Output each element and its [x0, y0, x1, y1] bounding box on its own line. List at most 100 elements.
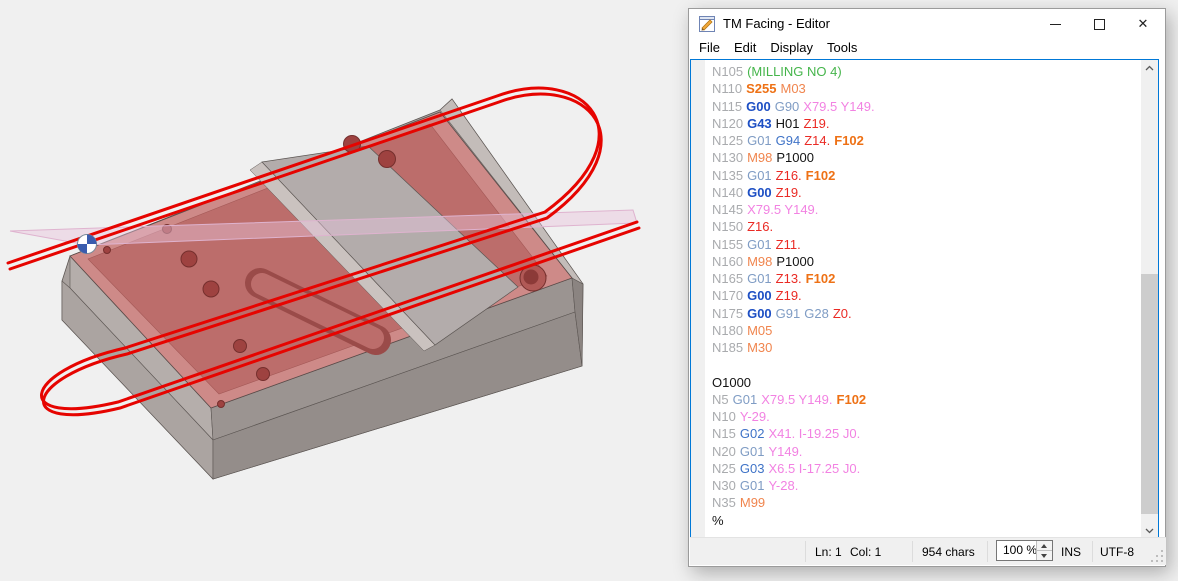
- gcode-token: N185: [712, 340, 743, 355]
- gcode-listing: N105(MILLING NO 4)N110S255M03N115G00G90X…: [712, 63, 879, 529]
- gcode-line: N170 G00 Z19.: [712, 287, 879, 304]
- gcode-token: F102: [806, 168, 836, 183]
- gcode-text-area[interactable]: N105(MILLING NO 4)N110S255M03N115G00G90X…: [690, 59, 1159, 541]
- gcode-token: S255: [746, 81, 776, 96]
- title-bar[interactable]: TM Facing - Editor ✕: [689, 9, 1165, 39]
- gcode-token: N180: [712, 323, 743, 338]
- gcode-line: N120G43H01Z19.: [712, 115, 879, 132]
- gcode-token: O1000: [712, 375, 751, 390]
- gcode-token: P1000: [776, 254, 814, 269]
- minimize-button[interactable]: [1033, 9, 1077, 39]
- gcode-token: Y-28.: [768, 478, 798, 493]
- gcode-token: H01: [776, 116, 800, 131]
- gcode-line: N140G00Z19.: [712, 184, 879, 201]
- spin-down-button[interactable]: [1037, 550, 1052, 561]
- zoom-spinner[interactable]: 100 %: [996, 540, 1053, 561]
- gcode-token: N160: [712, 254, 743, 269]
- gcode-line: O1000: [712, 374, 879, 391]
- gcode-token: X79.5 Y149.: [803, 99, 874, 114]
- gcode-token: N5: [712, 392, 729, 407]
- gcode-token: X79.5 Y149.: [747, 202, 818, 217]
- gcode-token: N25: [712, 461, 736, 476]
- spinner-buttons: [1036, 541, 1052, 560]
- gcode-token: M99: [740, 495, 765, 510]
- gcode-token: N135: [712, 168, 743, 183]
- gcode-token: G00: [746, 99, 771, 114]
- machined-part-3d-view: [0, 0, 690, 576]
- gcode-token: Z16.: [747, 219, 773, 234]
- gcode-line: N105(MILLING NO 4): [712, 63, 879, 80]
- origin-marker: [78, 235, 97, 254]
- gcode-token: G02: [740, 426, 765, 441]
- gcode-token: G28: [804, 306, 829, 321]
- menu-item-tools[interactable]: Tools: [820, 39, 864, 56]
- gcode-token: Z11.: [776, 237, 801, 252]
- gcode-token: Z16.: [776, 168, 802, 183]
- zoom-value: 100 %: [1003, 543, 1037, 557]
- gcode-token: Z19.: [776, 185, 802, 200]
- gcode-line: N30G01Y-28.: [712, 477, 879, 494]
- gcode-token: N20: [712, 444, 736, 459]
- gcode-token: G01: [740, 478, 765, 493]
- vertical-scrollbar[interactable]: [1141, 60, 1158, 540]
- menu-item-file[interactable]: File: [692, 39, 727, 56]
- gcode-token: Z13.: [776, 271, 802, 286]
- gcode-token: N125: [712, 133, 743, 148]
- maximize-button[interactable]: [1077, 9, 1121, 39]
- gcode-line: N160 M98 P1000: [712, 253, 879, 270]
- char-count: 954 chars: [922, 545, 975, 559]
- gcode-token: N155: [712, 237, 743, 252]
- gcode-token: N120: [712, 116, 743, 131]
- scrollbar-thumb[interactable]: [1141, 274, 1158, 514]
- scroll-up-arrow[interactable]: [1141, 60, 1158, 77]
- menu-item-display[interactable]: Display: [763, 39, 820, 56]
- gcode-token: Z19.: [776, 288, 802, 303]
- gcode-line: %: [712, 512, 879, 529]
- window-title: TM Facing - Editor: [723, 16, 830, 31]
- gcode-token: N140: [712, 185, 743, 200]
- encoding-indicator: UTF-8: [1100, 545, 1134, 559]
- maximize-icon: [1094, 19, 1105, 30]
- gcode-token: N115: [712, 99, 742, 114]
- gcode-line: N15 G02X41. I-19.25 J0.: [712, 425, 879, 442]
- gcode-token: N145: [712, 202, 743, 217]
- gcode-line: N10Y-29.: [712, 408, 879, 425]
- gcode-line: N125G01G94Z14.F102: [712, 132, 879, 149]
- menu-bar: FileEditDisplayTools: [692, 39, 864, 59]
- gcode-line: N150 Z16.: [712, 218, 879, 235]
- gcode-token: F102: [834, 133, 864, 148]
- gcode-token: X41. I-19.25 J0.: [768, 426, 860, 441]
- editor-window: TM Facing - Editor ✕ FileEditDisplayTool…: [688, 8, 1166, 567]
- 3d-viewport[interactable]: [0, 0, 690, 576]
- gcode-line: N185 M30: [712, 339, 879, 356]
- gcode-token: Z14.: [804, 133, 830, 148]
- resize-grip[interactable]: [1151, 550, 1163, 562]
- close-button[interactable]: ✕: [1121, 9, 1165, 39]
- gcode-token: N15: [712, 426, 736, 441]
- gcode-token: M30: [747, 340, 772, 355]
- status-bar: Ln: 1 Col: 1 954 chars 100 % INS UTF-8: [690, 537, 1166, 565]
- gcode-token: F102: [806, 271, 836, 286]
- line-indicator: Ln: 1: [815, 545, 842, 559]
- gcode-line: N175G00G91G28Z0.: [712, 305, 879, 322]
- gcode-token: N175: [712, 306, 743, 321]
- gcode-line: N145 X79.5 Y149.: [712, 201, 879, 218]
- gcode-token: G00: [747, 306, 772, 321]
- gcode-line: N130M98P1000: [712, 149, 879, 166]
- menu-item-edit[interactable]: Edit: [727, 39, 763, 56]
- gcode-line: N20G01Y149.: [712, 443, 879, 460]
- gcode-token: G00: [747, 288, 772, 303]
- gcode-token: G94: [776, 133, 801, 148]
- gcode-token: N170: [712, 288, 743, 303]
- gcode-token: (MILLING NO 4): [747, 64, 842, 79]
- gcode-token: N35: [712, 495, 736, 510]
- gcode-line: N25G03X6.5 I-17.25 J0.: [712, 460, 879, 477]
- gcode-token: M98: [747, 254, 772, 269]
- gcode-token: N165: [712, 271, 743, 286]
- counterbore-hole: [524, 270, 539, 285]
- gcode-token: G90: [775, 99, 800, 114]
- gcode-token: N150: [712, 219, 743, 234]
- gcode-token: M03: [781, 81, 806, 96]
- gcode-line: N115 G00 G90X79.5 Y149.: [712, 98, 879, 115]
- minimize-icon: [1050, 24, 1061, 25]
